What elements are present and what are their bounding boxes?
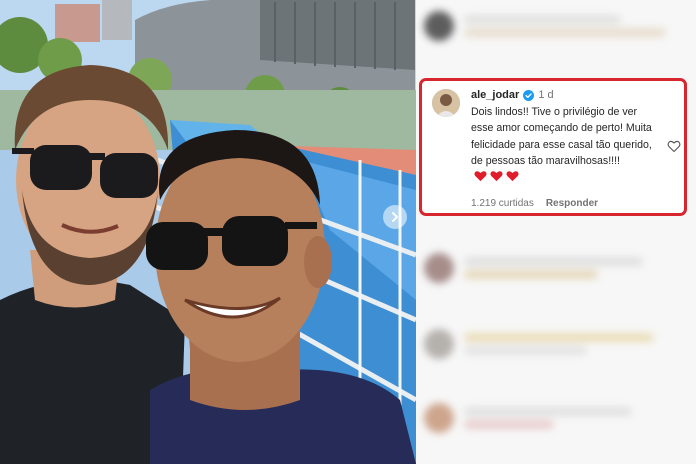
blurred-comment [424,326,688,362]
avatar[interactable] [432,89,460,117]
comment-actions: 1.219 curtidas Responder [471,198,598,209]
comment-username[interactable]: ale_jodar [471,88,519,102]
comment-likes-count[interactable]: 1.219 curtidas [471,198,534,209]
comment-header: ale_jodar 1 d [471,88,554,102]
post-photo [0,0,416,464]
carousel-next-button[interactable] [383,205,407,229]
chevron-right-icon [392,212,398,222]
comment-timestamp: 1 d [538,89,554,101]
comments-panel [416,0,696,464]
verified-badge-icon [523,89,535,101]
blurred-comment [424,400,688,436]
blurred-comment [424,250,688,286]
comment-text: Dois lindos!! Tive o privilégio de ver e… [471,106,652,167]
heart-emoji-icon [506,171,519,182]
heart-outline-icon[interactable] [667,139,681,153]
highlighted-comment: ale_jodar 1 d Dois lindos!! Tive o privi… [419,78,687,216]
blurred-comment [424,8,688,44]
heart-emoji-icon [474,171,487,182]
heart-emojis [474,170,522,187]
comment-text-block: Dois lindos!! Tive o privilégio de ver e… [471,104,661,187]
selfie-illustration [0,0,416,464]
heart-emoji-icon [490,171,503,182]
reply-button[interactable]: Responder [546,198,598,209]
